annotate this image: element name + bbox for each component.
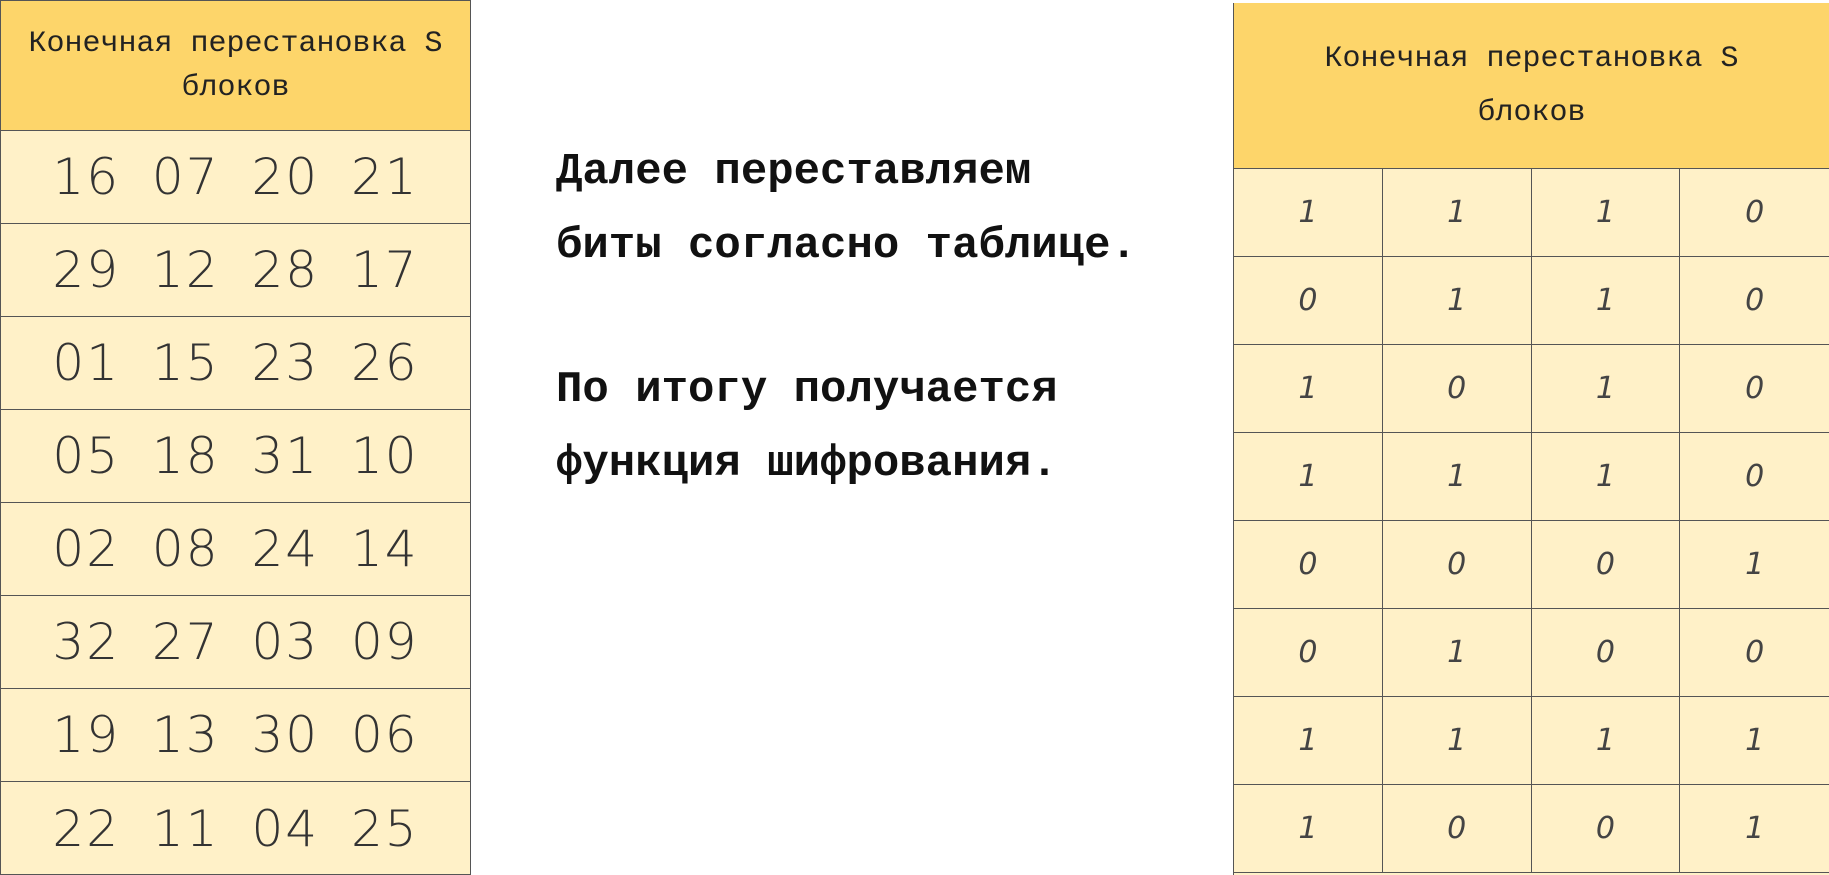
table-cell: 1 [1382,169,1532,257]
s-block-permutation-table-right: Конечная перестановка S блоков 1 1 1 0 0… [1233,3,1829,875]
table-row: 22 11 04 25 [52,799,419,858]
table-cell: 1 [1234,169,1383,257]
table-row: 02 08 24 14 [1,503,470,596]
table-row: 05 18 31 10 [1,410,470,503]
paragraph-line: функция шифрования. [556,439,1058,489]
table-cell: 1 [1531,257,1681,345]
table-cell: 0 [1234,257,1383,345]
table-cell: 1 [1531,697,1681,785]
table-cell: 0 [1382,345,1532,433]
table-row: 19 13 30 06 [1,689,470,782]
table-cell: 1 [1382,257,1532,345]
table-cell: 1 [1531,433,1681,521]
table-cell: 0 [1680,609,1829,697]
table-cell: 0 [1531,521,1681,609]
paragraph-line: биты согласно таблице. [556,221,1137,271]
table-cell: 0 [1234,609,1383,697]
paragraph-line: По итогу получается [556,365,1058,415]
table-cell: 0 [1531,609,1681,697]
table-row: 29 12 28 17 [1,224,470,317]
table-cell: 0 [1680,433,1829,521]
paragraph-line: Далее переставляем [556,147,1032,197]
table-cell: 1 [1382,609,1532,697]
table-cell: 1 [1680,697,1829,785]
table-cell: 1 [1680,521,1829,609]
table-cell: 1 [1531,345,1681,433]
table-cell: 0 [1680,345,1829,433]
table-cell: 1 [1382,697,1532,785]
explanation-text: Далее переставляем биты согласно таблице… [556,135,1196,501]
bit-grid: 1 1 1 0 0 1 1 0 1 0 1 0 1 1 1 0 0 0 0 1 … [1234,169,1829,873]
table-header: Конечная перестановка S блоков [1,1,470,131]
table-cell: 0 [1382,521,1532,609]
table-cell: 1 [1234,697,1383,785]
table-cell: 1 [1234,785,1383,873]
table-cell: 0 [1234,521,1383,609]
table-cell: 1 [1531,169,1681,257]
table-cell: 0 [1382,785,1532,873]
table-cell: 0 [1680,257,1829,345]
table-cell: 1 [1382,433,1532,521]
table-row: 16 07 20 21 [1,131,470,224]
table-row: 01 15 23 26 [1,317,470,410]
table-cell: 1 [1680,785,1829,873]
table-cell: 1 [1234,345,1383,433]
table-cell: 0 [1680,169,1829,257]
table-cell: 1 [1234,433,1383,521]
table-header: Конечная перестановка S блоков [1234,3,1829,169]
s-block-permutation-table-left: Конечная перестановка S блоков 16 07 20 … [0,0,471,875]
table-cell: 0 [1531,785,1681,873]
table-row: 32 27 03 09 [1,596,470,689]
